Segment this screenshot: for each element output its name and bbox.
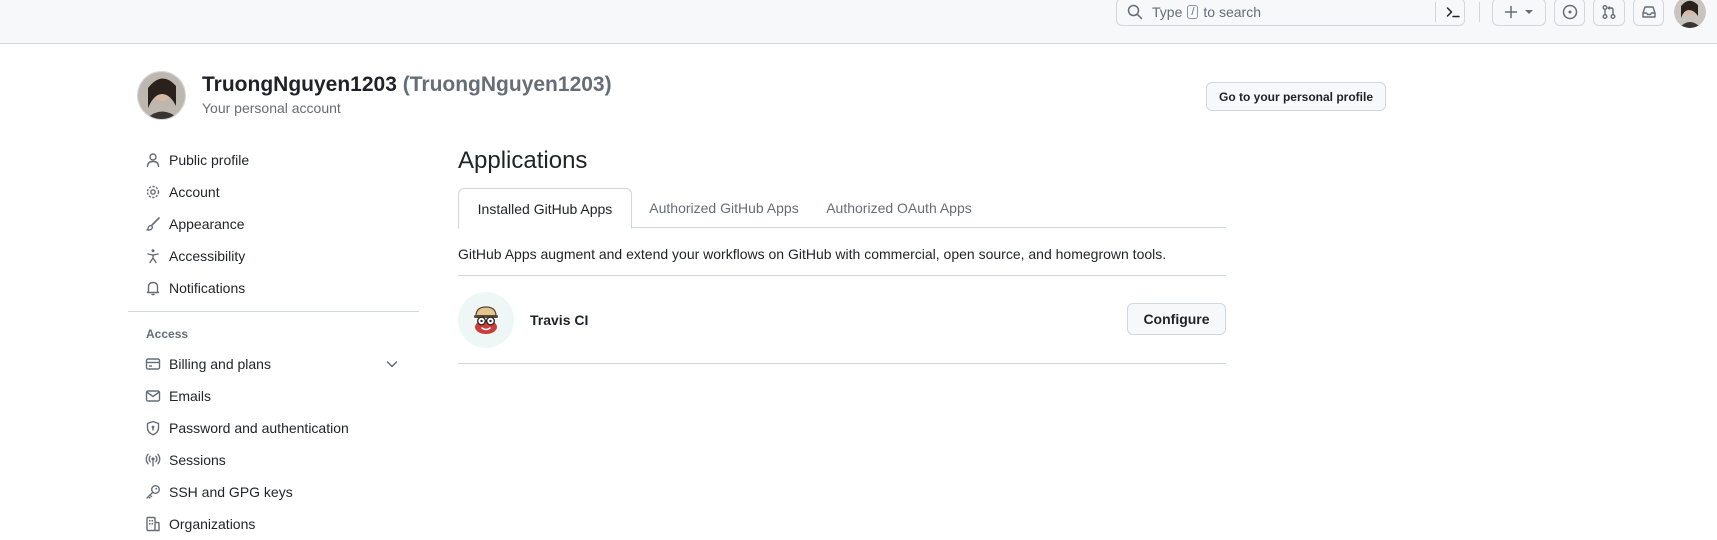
sidebar-item-ssh-gpg[interactable]: SSH and GPG keys <box>128 476 420 508</box>
sidebar-item-accessibility[interactable]: Accessibility <box>128 240 420 272</box>
user-avatar-menu[interactable] <box>1674 0 1706 28</box>
profile-subtitle: Your personal account <box>202 100 341 116</box>
search-shortcut-key: / <box>1187 5 1199 19</box>
top-header: Type / to search <box>0 0 1717 44</box>
sidebar-item-emails[interactable]: Emails <box>128 380 420 412</box>
page-title: TruongNguyen1203 (TruongNguyen1203) <box>202 73 612 97</box>
search-placeholder-prefix: Type <box>1152 4 1183 20</box>
search-icon <box>1127 4 1143 20</box>
sidebar-item-label: SSH and GPG keys <box>169 484 293 500</box>
sidebar-item-label: Public profile <box>169 152 250 168</box>
search-divider <box>1435 2 1436 22</box>
main-title: Applications <box>458 147 588 174</box>
sidebar-item-label: Organizations <box>169 516 256 532</box>
sidebar-item-billing[interactable]: Billing and plans <box>128 348 420 380</box>
pull-requests-button[interactable] <box>1593 0 1625 26</box>
person-icon <box>146 153 160 168</box>
inbox-icon <box>1641 6 1656 18</box>
sidebar-item-appearance[interactable]: Appearance <box>128 208 420 240</box>
list-item: Travis CI Configure <box>458 276 1226 364</box>
triangle-down-icon <box>1525 10 1533 14</box>
organization-icon <box>146 516 160 532</box>
search-input[interactable]: Type / to search <box>1116 0 1465 26</box>
travis-ci-logo-icon <box>458 292 514 348</box>
sidebar-item-organizations[interactable]: Organizations <box>128 508 420 540</box>
issue-opened-icon <box>1562 4 1577 20</box>
settings-sidebar: Public profile Account Appearance Access… <box>128 144 420 540</box>
sidebar-item-password[interactable]: Password and authentication <box>128 412 420 444</box>
tab-authorized-oauth-apps[interactable]: Authorized OAuth Apps <box>816 188 982 228</box>
bell-icon <box>146 281 160 296</box>
key-icon <box>146 485 160 499</box>
accessibility-icon <box>147 249 159 264</box>
sidebar-item-label: Account <box>169 184 220 200</box>
issues-button[interactable] <box>1554 0 1585 26</box>
plus-icon <box>1504 5 1518 19</box>
sidebar-item-label: Appearance <box>169 216 245 232</box>
sidebar-item-label: Emails <box>169 388 212 404</box>
sidebar-item-sessions[interactable]: Sessions <box>128 444 420 476</box>
app-name[interactable]: Travis CI <box>530 312 588 328</box>
tab-authorized-github-apps[interactable]: Authorized GitHub Apps <box>632 188 816 228</box>
sidebar-item-label: Sessions <box>169 452 226 468</box>
gear-icon <box>146 185 160 199</box>
apps-description: GitHub Apps augment and extend your work… <box>458 246 1167 262</box>
paintbrush-icon <box>146 217 160 231</box>
applications-tabs: Installed GitHub Apps Authorized GitHub … <box>458 188 1226 229</box>
tab-installed-github-apps[interactable]: Installed GitHub Apps <box>458 188 632 229</box>
avatar <box>1674 0 1706 28</box>
sidebar-divider <box>128 311 419 312</box>
sidebar-heading-access: Access <box>146 327 189 341</box>
sidebar-item-label: Notifications <box>169 280 246 296</box>
credit-card-icon <box>145 358 161 370</box>
search-placeholder-suffix: to search <box>1203 4 1262 20</box>
sidebar-item-notifications[interactable]: Notifications <box>128 272 420 304</box>
sidebar-item-label: Accessibility <box>169 248 246 264</box>
go-to-profile-button[interactable]: Go to your personal profile <box>1206 82 1386 111</box>
sidebar-item-public-profile[interactable]: Public profile <box>128 144 420 176</box>
profile-avatar <box>137 71 186 120</box>
command-palette-icon[interactable] <box>1445 4 1461 20</box>
inbox-button[interactable] <box>1633 0 1664 26</box>
sidebar-item-label: Password and authentication <box>169 420 349 436</box>
broadcast-icon <box>145 453 161 467</box>
sidebar-item-label: Billing and plans <box>169 356 271 372</box>
sidebar-item-account[interactable]: Account <box>128 176 420 208</box>
mail-icon <box>145 390 161 402</box>
chevron-down-icon[interactable] <box>384 356 400 372</box>
shield-lock-icon <box>146 420 160 436</box>
profile-name: TruongNguyen1203 <box>202 73 397 96</box>
profile-login[interactable]: (TruongNguyen1203) <box>403 73 612 96</box>
header-divider <box>1479 2 1480 22</box>
create-new-button[interactable] <box>1492 0 1546 26</box>
pull-request-icon <box>1602 5 1616 19</box>
configure-button[interactable]: Configure <box>1127 303 1226 335</box>
